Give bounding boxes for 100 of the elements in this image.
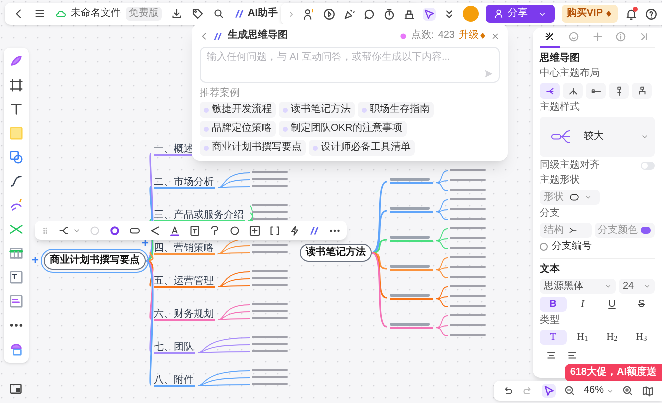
plan-badge: 免费版 (126, 7, 162, 21)
layout-icon (544, 86, 556, 96)
suggestion-chip[interactable]: 制定团队OKR的注意事项 (279, 121, 407, 137)
text-color-icon[interactable] (169, 224, 181, 236)
magic-pen-icon[interactable] (9, 198, 24, 213)
add-icon (592, 30, 604, 42)
promo-banner[interactable]: 618大促，AI额度送 (565, 364, 662, 382)
layout-icon[interactable] (58, 224, 70, 236)
help-icon[interactable] (645, 8, 658, 20)
layout-option[interactable] (632, 83, 652, 99)
celebration-icon[interactable] (342, 8, 356, 20)
ai-logo-icon[interactable] (309, 224, 321, 236)
align-left-icon[interactable] (567, 350, 578, 361)
rounded-shape-icon (569, 193, 580, 202)
connector-icon[interactable] (9, 174, 24, 189)
text-box-icon[interactable] (9, 270, 24, 285)
frame-icon[interactable] (9, 78, 24, 93)
branch-topic[interactable]: 六、财务规划 (154, 309, 214, 320)
close-icon[interactable] (491, 32, 500, 40)
layout-icon (636, 86, 648, 96)
cloud-icon (55, 8, 67, 20)
timer-icon[interactable] (382, 8, 396, 20)
checkbox-label: 分支编号 (552, 241, 592, 253)
leaf-nodes-drawing (218, 270, 288, 288)
points-value: 423 (438, 31, 455, 41)
branch-topic[interactable]: 七、团队 (154, 342, 194, 353)
font-size-dropdown[interactable]: 24 (619, 279, 655, 294)
field-label: 主题样式 (540, 102, 581, 114)
caret-icon (644, 283, 651, 290)
suggestion-chip[interactable]: 读书笔记方法 (279, 102, 355, 118)
search-icon[interactable] (213, 8, 225, 20)
layout-option[interactable] (563, 83, 583, 99)
insert-topic-icon[interactable] (249, 224, 261, 236)
download-icon[interactable] (171, 8, 183, 20)
zoom-in-icon[interactable] (622, 385, 634, 397)
ai-logo-icon (234, 8, 246, 20)
font-family-dropdown[interactable]: 思源黑体 (540, 279, 616, 294)
section-title: 文本 (540, 264, 561, 276)
buy-vip-button[interactable]: 购买VIP (562, 5, 618, 23)
section-title: 推荐案例 (200, 89, 241, 99)
numbering-checkbox[interactable] (540, 243, 548, 251)
suggestion-chip[interactable]: 设计师必备工具清单 (309, 140, 415, 156)
file-name[interactable]: 未命名文件 (71, 9, 121, 19)
text-type-button[interactable]: T (540, 330, 566, 345)
pen-icon[interactable] (9, 54, 24, 69)
tag-icon[interactable] (192, 8, 204, 20)
layout-option[interactable] (609, 83, 629, 99)
layout-option[interactable] (586, 83, 606, 99)
person-icon (494, 9, 504, 19)
boundary-icon[interactable] (229, 224, 241, 236)
presenter-icon[interactable] (302, 8, 316, 20)
plugin-icon[interactable] (9, 342, 24, 357)
align-center-icon[interactable] (546, 350, 557, 361)
branch-structure-icon (568, 226, 578, 235)
prompt-input-field[interactable]: 输入任何问题，与 AI 互动问答，或帮你生成以下内容... (200, 47, 500, 83)
text-icon[interactable] (9, 102, 24, 117)
branch-topic[interactable]: 四、营销策略 (154, 243, 214, 254)
lightning-icon[interactable] (289, 224, 301, 236)
central-topic[interactable]: 商业计划书撰写要点 (44, 252, 146, 270)
pointer-icon[interactable] (542, 384, 556, 398)
caret-icon (585, 194, 592, 201)
branch-topic[interactable]: 八、附件 (154, 375, 194, 386)
topic-style-dropdown[interactable]: 较大 (540, 117, 655, 157)
align-toggle[interactable] (641, 162, 655, 170)
text-style-button[interactable]: B (540, 297, 566, 312)
diamond-icon (479, 32, 487, 40)
info-icon (615, 30, 628, 42)
branch-topic[interactable]: 五、运营管理 (154, 276, 214, 287)
branch-topic[interactable]: 三、产品或服务介绍 (154, 210, 244, 221)
branch-topic[interactable]: 二、市场分析 (154, 177, 214, 188)
diamond-icon (605, 10, 613, 18)
central-topic[interactable]: 读书笔记方法 (300, 244, 372, 262)
style-tab-icon (544, 30, 556, 42)
leaf-nodes-drawing (248, 204, 288, 222)
fill-color-icon[interactable] (89, 224, 101, 236)
menu-icon[interactable] (34, 8, 46, 20)
ai-logo-icon (213, 30, 224, 42)
suggestion-chip[interactable]: 品牌定位策略 (200, 121, 276, 137)
zoom-out-icon[interactable] (564, 385, 576, 397)
suggestion-chip[interactable]: 职场生存指南 (358, 102, 434, 118)
leaf-nodes-drawing (218, 171, 288, 188)
suggestion-chip[interactable]: 商业计划书撰写要点 (200, 140, 306, 156)
field-label: 类型 (540, 315, 561, 327)
caret-icon (607, 388, 614, 394)
ai-assistant-button[interactable]: AI助手 (234, 8, 278, 20)
section-title: 思维导图 (540, 53, 581, 65)
border-color-icon[interactable] (109, 224, 121, 236)
layout-option[interactable] (540, 83, 560, 99)
suggestion-chip[interactable]: 敏捷开发流程 (200, 102, 276, 118)
field-label: 同级主题对齐 (540, 160, 600, 172)
bell-icon[interactable] (625, 8, 638, 20)
share-button[interactable]: 分享 (486, 5, 555, 23)
comment-icon[interactable] (362, 8, 376, 20)
minimap-icon[interactable] (9, 382, 23, 396)
summary-icon[interactable] (189, 224, 201, 236)
map-icon[interactable] (642, 385, 654, 397)
play-icon[interactable] (322, 8, 336, 20)
shapes-icon[interactable] (9, 150, 24, 165)
template-icon[interactable] (9, 294, 24, 309)
zoom-level-dropdown[interactable]: 46% (584, 386, 614, 396)
